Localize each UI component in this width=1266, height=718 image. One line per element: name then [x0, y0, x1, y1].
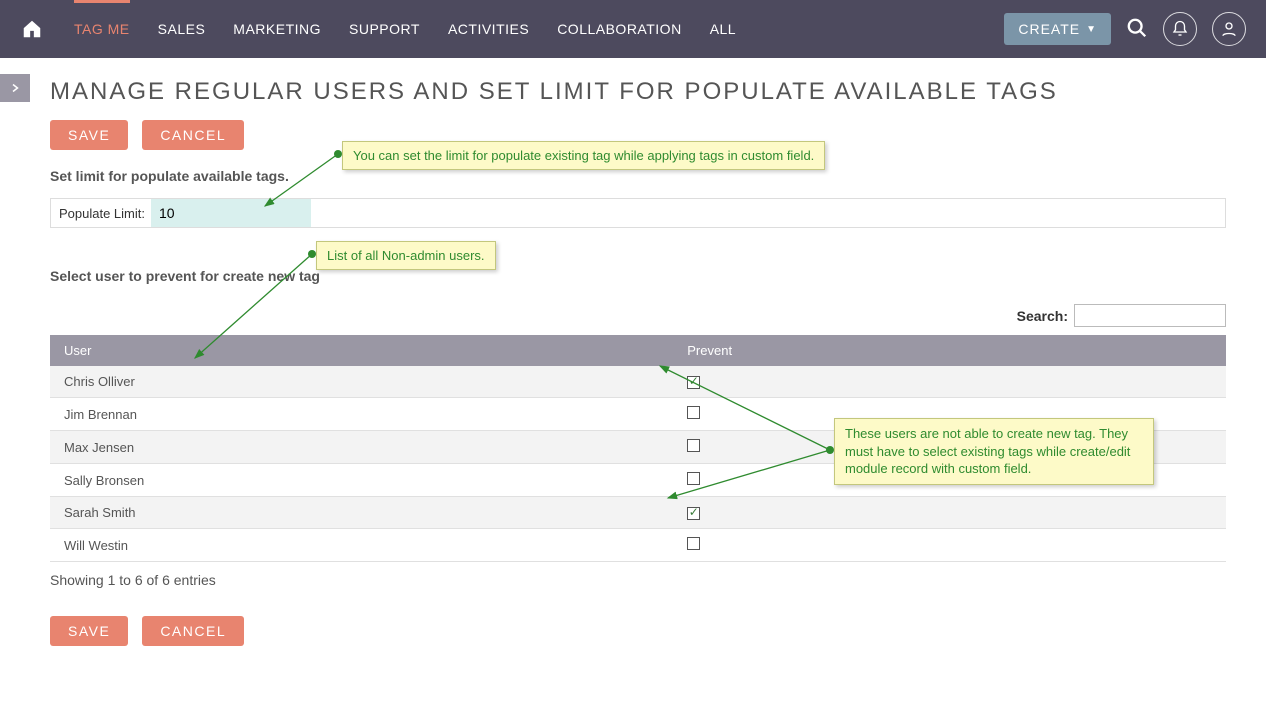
nav-tab-all[interactable]: ALL [710, 0, 736, 58]
callout-dot-icon [308, 250, 316, 258]
create-button[interactable]: CREATE ▼ [1004, 13, 1111, 45]
prevent-checkbox[interactable] [687, 406, 700, 419]
populate-limit-label: Populate Limit: [51, 206, 151, 221]
prevent-checkbox[interactable] [687, 376, 700, 389]
table-search-input[interactable] [1074, 304, 1226, 327]
nav-tabs: TAG ME SALES MARKETING SUPPORT ACTIVITIE… [74, 0, 736, 58]
user-cell: Sally Bronsen [50, 464, 673, 497]
chevron-down-icon: ▼ [1086, 24, 1097, 35]
cancel-button[interactable]: CANCEL [142, 120, 244, 150]
nav-tab-support[interactable]: SUPPORT [349, 0, 420, 58]
table-search-row: Search: [50, 304, 1226, 327]
user-cell: Chris Olliver [50, 366, 673, 398]
prevent-cell [673, 497, 1226, 529]
user-profile-icon[interactable] [1212, 12, 1246, 46]
user-cell: Max Jensen [50, 431, 673, 464]
save-button-bottom[interactable]: SAVE [50, 616, 128, 646]
nav-tab-activities[interactable]: ACTIVITIES [448, 0, 529, 58]
callout-dot-icon [334, 150, 342, 158]
user-cell: Jim Brennan [50, 398, 673, 431]
populate-limit-field: Populate Limit: [50, 198, 1226, 228]
notifications-icon[interactable] [1163, 12, 1197, 46]
topbar-right-group: CREATE ▼ [1004, 12, 1246, 46]
nav-tab-sales[interactable]: SALES [158, 0, 206, 58]
user-cell: Will Westin [50, 529, 673, 562]
user-cell: Sarah Smith [50, 497, 673, 529]
table-row: Sarah Smith [50, 497, 1226, 529]
populate-limit-input[interactable] [151, 199, 311, 227]
button-row-bottom: SAVE CANCEL [50, 616, 1226, 646]
table-row: Chris Olliver [50, 366, 1226, 398]
nav-tab-collaboration[interactable]: COLLABORATION [557, 0, 682, 58]
page-title: MANAGE REGULAR USERS AND SET LIMIT FOR P… [50, 78, 1226, 106]
cancel-button-bottom[interactable]: CANCEL [142, 616, 244, 646]
prevent-cell [673, 529, 1226, 562]
callout-limit-info: You can set the limit for populate exist… [342, 141, 825, 170]
prevent-checkbox[interactable] [687, 472, 700, 485]
nav-tab-tagme[interactable]: TAG ME [74, 0, 130, 58]
limit-section-label: Set limit for populate available tags. [50, 168, 1226, 184]
search-label: Search: [1017, 308, 1068, 324]
save-button[interactable]: SAVE [50, 120, 128, 150]
callout-dot-icon [826, 446, 834, 454]
callout-prevent-info: These users are not able to create new t… [834, 418, 1154, 485]
table-row: Will Westin [50, 529, 1226, 562]
table-col-user[interactable]: User [50, 335, 673, 366]
search-icon[interactable] [1126, 17, 1148, 42]
callout-users-list-info: List of all Non-admin users. [316, 241, 496, 270]
top-navbar: TAG ME SALES MARKETING SUPPORT ACTIVITIE… [0, 0, 1266, 58]
create-button-label: CREATE [1018, 21, 1080, 37]
table-col-prevent[interactable]: Prevent [673, 335, 1226, 366]
prevent-cell [673, 366, 1226, 398]
table-status-text: Showing 1 to 6 of 6 entries [50, 572, 1226, 588]
prevent-checkbox[interactable] [687, 507, 700, 520]
nav-tab-marketing[interactable]: MARKETING [233, 0, 321, 58]
page-content: MANAGE REGULAR USERS AND SET LIMIT FOR P… [0, 58, 1266, 676]
select-user-section-label: Select user to prevent for create new ta… [50, 268, 1226, 284]
prevent-checkbox[interactable] [687, 537, 700, 550]
prevent-checkbox[interactable] [687, 439, 700, 452]
home-icon[interactable] [20, 17, 44, 41]
